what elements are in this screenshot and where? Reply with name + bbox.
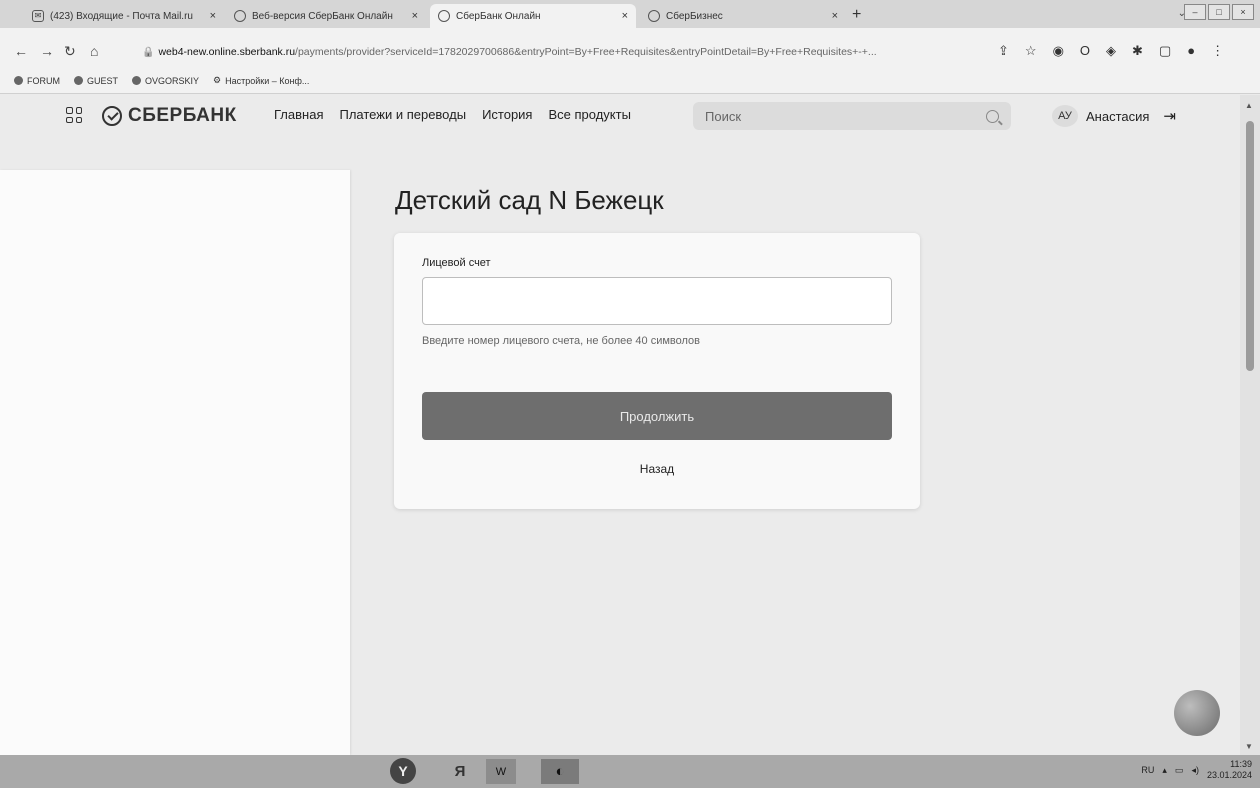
account-field-label: Лицевой счет [422,257,491,269]
network-icon[interactable]: ▭ [1175,765,1184,776]
globe-icon [14,76,23,85]
back-arrow-icon[interactable]: ← [14,44,28,58]
bookmark-label: Настройки – Конф... [225,75,310,86]
back-link[interactable]: Назад [394,462,920,476]
menu-dots-icon[interactable]: ⋮ [1211,44,1224,58]
sber-icon [234,10,246,22]
globe-icon [74,76,83,85]
user-name[interactable]: Анастасия [1086,109,1149,124]
main-nav: Главная Платежи и переводы История Все п… [274,107,631,122]
bookmark-label: FORUM [27,75,60,86]
tab-title: СберБанк Онлайн [456,10,541,22]
account-number-input[interactable] [422,277,892,325]
search-input[interactable] [705,108,986,124]
sidepanel-icon[interactable]: ▢ [1159,44,1171,58]
assistant-bubble[interactable] [1174,690,1220,736]
star-icon[interactable]: ☆ [1025,44,1037,58]
share-icon[interactable]: ⇪ [998,44,1009,58]
gear-icon: ⚙ [213,75,222,85]
address-bar: ← → ↻ ⌂ 🔒 web4-new.online.sberbank.ru/pay… [0,28,1260,68]
bookmark-settings[interactable]: ⚙ Настройки – Конф... [213,75,309,86]
clock[interactable]: 11:39 23.01.2024 [1207,759,1252,781]
opera-icon[interactable]: O [1080,44,1090,58]
system-tray: RU ▴ ▭ ◂) 11:39 23.01.2024 [1141,759,1252,781]
search-icon[interactable] [986,109,999,123]
tab-sber-web[interactable]: Веб-версия СберБанк Онлайн × [226,4,426,28]
payment-form-card: Лицевой счет Введите номер лицевого счет… [394,233,920,509]
url-host: web4-new.online.sberbank.ru [158,46,296,58]
home-icon[interactable]: ⌂ [90,44,98,58]
bookmark-guest[interactable]: GUEST [74,76,118,86]
search-box [693,102,1011,130]
apps-grid-icon[interactable] [66,107,82,123]
window-controls: – □ × [1184,4,1254,20]
bookmark-forum[interactable]: FORUM [14,76,60,86]
taskbar: Y Я W ◐ RU ▴ ▭ ◂) 11:39 23.01.2024 [0,755,1260,788]
scroll-thumb[interactable] [1246,121,1254,371]
page-viewport: СБЕРБАНК Главная Платежи и переводы Исто… [0,95,1240,755]
sberbank-logo[interactable]: СБЕРБАНК [102,105,237,127]
globe-icon [132,76,142,85]
clock-time: 11:39 [1230,759,1252,769]
forward-arrow-icon[interactable]: → [40,44,54,58]
tab-title: СберБизнес [666,10,723,22]
close-window-icon[interactable]: × [1232,4,1254,20]
nav-all-products[interactable]: Все продукты [548,107,630,122]
sber-logo-icon [102,106,122,126]
account-field-hint: Введите номер лицевого счета, не более 4… [422,335,701,347]
close-icon[interactable]: × [622,10,628,22]
yandex-icon[interactable]: Я [450,759,470,784]
url-field[interactable]: 🔒 web4-new.online.sberbank.ru/payments/pr… [142,42,987,62]
sber-icon [648,10,660,22]
bookmark-label: OVGORSKIY [145,75,200,86]
page-title: Детский сад N Бежецк [395,185,664,216]
close-icon[interactable]: × [210,10,216,22]
scroll-up-icon[interactable]: ▲ [1245,101,1253,110]
avatar[interactable]: АУ [1052,105,1078,127]
paper-overlay [0,170,350,755]
lock-icon: 🔒 [142,47,155,58]
browser-toolbar-icons: ⇪ ☆ ◉ O ◈ ✱ ▢ ● ⋮ [998,44,1224,58]
puzzle-icon[interactable]: ✱ [1132,44,1143,58]
site-header: СБЕРБАНК Главная Платежи и переводы Исто… [0,95,1240,141]
scrollbar[interactable]: ▲ ▼ [1240,95,1260,755]
browser-tab-strip: ✉ (423) Входящие - Почта Mail.ru × Веб-в… [0,0,1260,28]
logo-text: СБЕРБАНК [128,105,237,126]
continue-button[interactable]: Продолжить [422,392,892,440]
yandex-browser-icon[interactable]: Y [390,758,416,784]
close-icon[interactable]: × [832,10,838,22]
tab-mail[interactable]: ✉ (423) Входящие - Почта Mail.ru × [24,4,224,28]
nav-home[interactable]: Главная [274,107,323,122]
nav-payments[interactable]: Платежи и переводы [339,107,466,122]
logout-icon[interactable]: ⇥ [1163,107,1176,125]
tab-sber-business[interactable]: СберБизнес × [640,4,846,28]
user-menu[interactable]: АУ Анастасия ⇥ [1052,105,1176,127]
extension-badge-icon[interactable]: ◈ [1106,44,1116,58]
tab-title: Веб-версия СберБанк Онлайн [252,10,393,22]
sber-icon [438,10,450,22]
bookmark-label: GUEST [87,75,119,86]
bookmark-ovgorskiy[interactable]: OVGORSKIY [132,76,199,86]
word-icon[interactable]: W [486,759,516,784]
browser-icon[interactable]: ◐ [541,759,579,784]
profile-icon[interactable]: ● [1187,44,1195,58]
new-tab-button[interactable]: + [852,6,861,24]
tab-sber-online[interactable]: СберБанк Онлайн × [430,4,636,28]
url-path: /payments/provider?serviceId=17820297006… [295,46,877,58]
language-indicator[interactable]: RU [1141,765,1154,775]
clock-date: 23.01.2024 [1206,770,1252,780]
close-icon[interactable]: × [412,10,418,22]
extension-icon[interactable]: ◉ [1053,44,1064,58]
reload-icon[interactable]: ↻ [64,44,76,58]
mail-icon: ✉ [32,10,44,22]
nav-history[interactable]: История [482,107,532,122]
minimize-icon[interactable]: – [1184,4,1206,20]
tab-title: (423) Входящие - Почта Mail.ru [50,10,193,22]
maximize-icon[interactable]: □ [1208,4,1230,20]
tray-arrow-icon[interactable]: ▴ [1162,765,1167,776]
scroll-down-icon[interactable]: ▼ [1245,742,1253,751]
volume-icon[interactable]: ◂) [1191,765,1199,776]
bookmarks-bar: FORUM GUEST OVGORSKIY ⚙ Настройки – Конф.… [0,68,1260,94]
